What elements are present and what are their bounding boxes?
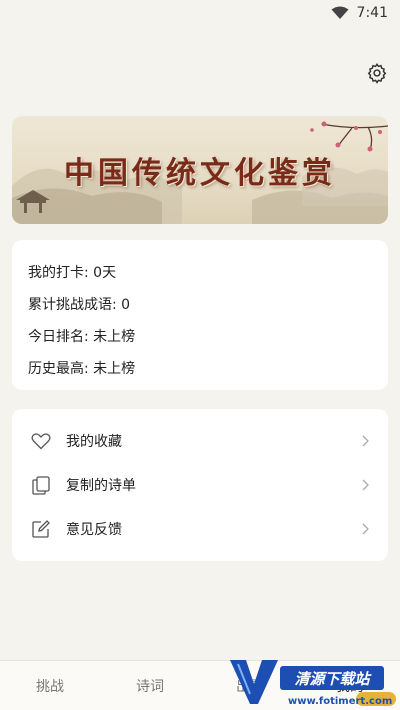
edit-icon — [30, 518, 52, 540]
stat-checkin: 我的打卡: 0天 — [28, 265, 117, 281]
menu-label-copied-poems: 复制的诗单 — [66, 478, 136, 494]
status-time: 7:41 — [356, 5, 388, 21]
stat-best-rank: 历史最高: 未上榜 — [28, 361, 136, 377]
menu-label-feedback: 意见反馈 — [66, 522, 122, 538]
copy-icon — [30, 474, 52, 496]
gear-icon[interactable] — [366, 62, 388, 84]
tab-quiz[interactable]: 出题 — [200, 661, 300, 710]
tab-poetry[interactable]: 诗词 — [100, 661, 200, 710]
menu-label-favorites: 我的收藏 — [66, 434, 122, 450]
menu-item-feedback[interactable]: 意见反馈 — [12, 507, 388, 551]
menu-card: 我的收藏 复制的诗单 意见反馈 — [12, 409, 388, 561]
tab-mine[interactable]: 我的 — [300, 661, 400, 710]
menu-item-favorites[interactable]: 我的收藏 — [12, 419, 388, 463]
banner-title: 中国传统文化鉴赏 — [64, 156, 336, 191]
banner: 中国传统文化鉴赏 — [12, 116, 388, 224]
chevron-right-icon — [362, 523, 369, 535]
tab-challenge[interactable]: 挑战 — [0, 661, 100, 710]
bottom-tab-bar: 挑战 诗词 出题 我的 — [0, 660, 400, 710]
heart-icon — [30, 430, 52, 452]
wifi-icon — [331, 6, 349, 19]
stat-today-rank: 今日排名: 未上榜 — [28, 329, 136, 345]
chevron-right-icon — [362, 479, 369, 491]
chevron-right-icon — [362, 435, 369, 447]
status-bar: 7:41 — [0, 0, 400, 26]
stat-total-challenges: 累计挑战成语: 0 — [28, 297, 131, 313]
stats-card: 我的打卡: 0天 累计挑战成语: 0 今日排名: 未上榜 历史最高: 未上榜 — [12, 240, 388, 390]
menu-item-copied-poems[interactable]: 复制的诗单 — [12, 463, 388, 507]
